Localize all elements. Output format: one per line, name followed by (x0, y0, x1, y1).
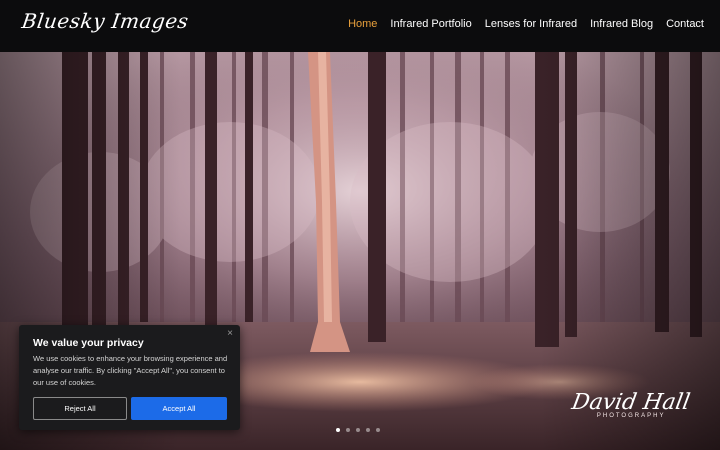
slider-dot-2[interactable] (346, 428, 350, 432)
nav-infrared-blog[interactable]: Infrared Blog (590, 18, 653, 30)
close-icon[interactable]: × (227, 328, 233, 339)
watermark-name: David Hall (570, 390, 693, 415)
nav-home[interactable]: Home (348, 18, 377, 30)
site-header: Bluesky Images Home Infrared Portfolio L… (0, 0, 720, 52)
main-nav: Home Infrared Portfolio Lenses for Infra… (348, 18, 704, 30)
reject-all-button[interactable]: Reject All (33, 397, 127, 420)
cookie-title: We value your privacy (33, 337, 144, 349)
slider-dot-3[interactable] (356, 428, 360, 432)
nav-contact[interactable]: Contact (666, 18, 704, 30)
slider-dots (336, 428, 380, 432)
cookie-message: We use cookies to enhance your browsing … (33, 354, 228, 387)
slider-dot-1[interactable] (336, 428, 340, 432)
slider-dot-4[interactable] (366, 428, 370, 432)
nav-lenses-for-infrared[interactable]: Lenses for Infrared (485, 18, 577, 30)
slider-dot-5[interactable] (376, 428, 380, 432)
accept-all-button[interactable]: Accept All (131, 397, 227, 420)
cookie-consent-banner: We value your privacy × We use cookies t… (19, 325, 240, 430)
photographer-watermark: David Hall PHOTOGRAPHY (570, 390, 693, 419)
site-logo[interactable]: Bluesky Images (20, 9, 190, 33)
nav-infrared-portfolio[interactable]: Infrared Portfolio (390, 18, 471, 30)
